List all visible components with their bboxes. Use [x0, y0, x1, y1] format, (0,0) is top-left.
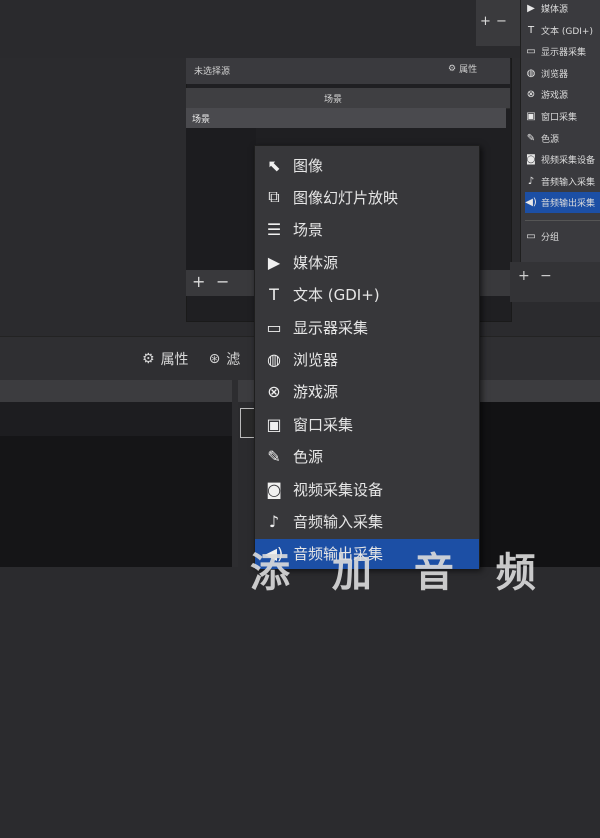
menu-item[interactable]: ◍ 浏览器 — [255, 344, 479, 374]
right-source-menu: ▶ 媒体源 T 文本 (GDI+) ▭ 显示器采集 ◍ 浏览器 ⊗ 游戏源 ▣ 窗口采集 ✎ 色源 ◙ 视频采… — [520, 0, 600, 282]
right-menu-item[interactable]: ◙ 视频采集设备 — [525, 149, 600, 170]
filter-icon: ⊛ — [208, 351, 221, 367]
right-menu-item-label: 视频采集设备 — [541, 156, 596, 167]
add-source-menu: ⬉ 图像 ⧉ 图像幻灯片放映 ☰ 场景 ▶ 媒体源 T 文本 (GDI+) ▭ 显示器采集 ◍ 浏览器 ⊗ 游… — [254, 145, 480, 569]
right-menu-item-label: 色源 — [541, 134, 560, 145]
gamepad-icon: ⊗ — [526, 89, 536, 101]
scenes-title: 场景 — [324, 95, 343, 105]
add-scene-button[interactable]: + — [192, 272, 205, 291]
menu-item-label: 图像幻灯片放映 — [293, 188, 399, 207]
menu-item[interactable]: ✎ 色源 — [255, 442, 479, 472]
add-source-button[interactable]: + — [518, 268, 530, 284]
no-source-label: 未选择源 — [194, 67, 231, 77]
menu-item[interactable]: ▶ 媒体源 — [255, 247, 479, 277]
microphone-icon: ♪ — [527, 175, 535, 187]
menu-item-label: 图像 — [293, 156, 324, 175]
gear-icon: ⚙ — [142, 351, 155, 367]
menu-item-label: 媒体源 — [293, 253, 339, 272]
menu-item-label: 色源 — [293, 448, 324, 467]
slideshow-icon: ⧉ — [268, 187, 280, 207]
gear-icon: ⚙ — [448, 63, 457, 74]
add-button[interactable]: + — [480, 14, 491, 29]
text-icon: T — [269, 285, 279, 305]
menu-item-label: 浏览器 — [293, 350, 339, 369]
right-menu-item-label: 文本 (GDI+) — [541, 26, 593, 37]
scenes-panel-header: 场景 — [186, 88, 510, 109]
properties-label: 属性 — [160, 352, 189, 368]
properties-button[interactable]: ⚙ 属性 ⊛ 滤 — [142, 349, 240, 369]
brush-icon: ✎ — [526, 132, 536, 144]
right-menu-item[interactable]: ✎ 色源 — [525, 128, 600, 149]
properties-button[interactable]: ⚙ 属性 — [448, 62, 478, 76]
remove-source-button[interactable]: − — [540, 268, 552, 284]
menu-item[interactable]: ♪ 音频输入采集 — [255, 506, 479, 536]
microphone-icon: ♪ — [268, 511, 280, 531]
remove-button[interactable]: − — [496, 14, 507, 29]
mini-toolbar: + − — [476, 0, 520, 46]
monitor-icon: ▭ — [266, 317, 282, 337]
play-icon: ▶ — [527, 3, 535, 14]
monitor-icon: ▭ — [526, 46, 536, 58]
menu-item[interactable]: ⊗ 游戏源 — [255, 377, 479, 407]
right-menu-item[interactable]: ◀) 音频输出采集 — [525, 192, 600, 214]
sources-toolbar: + − — [510, 262, 600, 302]
menu-item-label: 文本 (GDI+) — [293, 286, 380, 305]
brush-icon: ✎ — [267, 447, 281, 467]
scenes-panel — [0, 402, 232, 567]
panel-divider[interactable] — [232, 380, 238, 567]
image-icon: ⬉ — [267, 155, 281, 175]
scene-item[interactable]: 场景 — [186, 108, 506, 128]
menu-item[interactable]: ◙ 视频采集设备 — [255, 474, 479, 504]
right-menu-item[interactable]: ▣ 窗口采集 — [525, 106, 600, 127]
menu-item-label: 显示器采集 — [293, 318, 369, 337]
gamepad-icon: ⊗ — [267, 382, 281, 402]
scene-icon: ☰ — [266, 220, 282, 240]
globe-icon: ◍ — [267, 349, 281, 369]
menu-item-label: 窗口采集 — [293, 415, 354, 434]
menu-item[interactable]: T 文本 (GDI+) — [255, 280, 479, 310]
right-menu-item-label: 浏览器 — [541, 69, 569, 80]
right-menu-item-label: 媒体源 — [541, 5, 569, 15]
watermark-text: 添 加 音 频 — [250, 550, 550, 596]
menu-item[interactable]: ☰ 场景 — [255, 215, 479, 245]
right-menu-item[interactable]: T 文本 (GDI+) — [525, 20, 600, 41]
camera-icon: ◙ — [266, 479, 282, 499]
properties-label: 属性 — [459, 65, 478, 75]
right-menu-item-label: 窗口采集 — [541, 113, 578, 123]
scene-item-label: 场景 — [192, 115, 211, 125]
group-label: 分组 — [541, 233, 560, 243]
scenes-list — [186, 128, 256, 270]
right-menu-item[interactable]: ▭ 显示器采集 — [525, 41, 600, 62]
right-menu-item[interactable]: ♪ 音频输入采集 — [525, 171, 600, 192]
right-menu-item[interactable]: ◍ 浏览器 — [525, 63, 600, 84]
globe-icon: ◍ — [526, 67, 536, 79]
remove-scene-button[interactable]: − — [216, 272, 229, 291]
right-menu-item-label: 音频输出采集 — [541, 199, 596, 210]
window-icon: ▣ — [526, 111, 536, 122]
speaker-icon: ◀) — [525, 197, 537, 209]
menu-item[interactable]: ⬉ 图像 — [255, 150, 479, 180]
menu-item-label: 场景 — [293, 221, 324, 240]
menu-item-label: 视频采集设备 — [293, 480, 384, 499]
right-menu-item-label: 音频输入采集 — [541, 177, 596, 188]
menu-separator — [525, 220, 600, 221]
play-icon: ▶ — [267, 252, 281, 272]
text-icon: T — [527, 24, 535, 36]
filters-label: 滤 — [226, 352, 241, 368]
menu-item-label: 游戏源 — [293, 383, 339, 402]
right-menu-item-label: 显示器采集 — [541, 48, 587, 59]
group-item[interactable]: ▭ 分组 — [525, 226, 600, 247]
window-icon: ▣ — [266, 414, 282, 434]
menu-item-label: 音频输入采集 — [293, 512, 384, 531]
menu-item[interactable]: ⧉ 图像幻灯片放映 — [255, 182, 479, 212]
right-menu-item-label: 游戏源 — [541, 91, 569, 102]
inner-topbar: 未选择源 ⚙ 属性 — [186, 58, 510, 84]
camera-icon: ◙ — [526, 154, 536, 166]
right-menu-item[interactable]: ⊗ 游戏源 — [525, 84, 600, 105]
right-menu-item[interactable]: ▶ 媒体源 — [525, 0, 600, 19]
menu-item[interactable]: ▣ 窗口采集 — [255, 409, 479, 439]
folder-icon: ▭ — [526, 231, 536, 242]
menu-item[interactable]: ▭ 显示器采集 — [255, 312, 479, 342]
